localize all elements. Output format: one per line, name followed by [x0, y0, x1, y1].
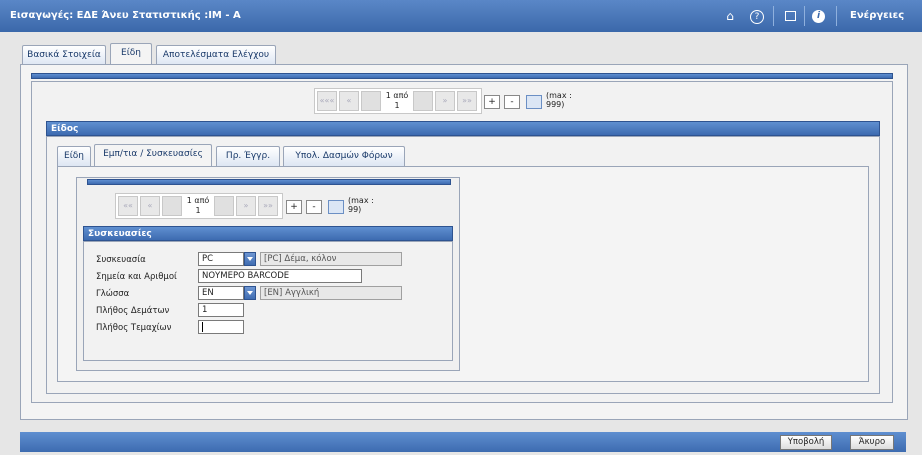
language-description: [EN] Αγγλική [260, 286, 402, 300]
pager-spacer [361, 91, 381, 111]
tab-previous-docs[interactable]: Πρ. Έγγρ. [216, 146, 280, 166]
pager-spacer [214, 196, 234, 216]
item-pager: ««« « 1 από 1 » »» [314, 88, 482, 114]
packaging-pager: «« « 1 από 1 » »» [115, 193, 283, 219]
marks-label: Σημεία και Αριθμοί [96, 272, 177, 282]
last-page-button[interactable]: »» [457, 91, 477, 111]
add-item-button[interactable]: + [484, 95, 500, 109]
prev-page-button[interactable]: « [339, 91, 359, 111]
window-titlebar: Εισαγωγές: ΕΔΕ Άνευ Στατιστικής :IM - A … [0, 0, 922, 32]
remove-item-button[interactable]: - [504, 95, 520, 109]
max-packaging-prefix: (max : [348, 196, 374, 205]
marks-input[interactable]: ΝΟΥΜΕΡΟ BARCODE [198, 269, 362, 283]
submit-button[interactable]: Υποβολή [780, 435, 832, 450]
tab-check-results[interactable]: Αποτελέσματα Ελέγχου [156, 45, 276, 65]
max-packaging-label: (max :99) [348, 196, 374, 214]
bundles-label: Πλήθος Δεμάτων [96, 306, 170, 316]
pieces-label: Πλήθος Τεμαχίων [96, 323, 172, 333]
remove-packaging-button[interactable]: - [306, 200, 322, 214]
footer-bar: Υποβολή Άκυρο [20, 432, 906, 452]
pager-spacer [162, 196, 182, 216]
items-container: ««« « 1 από 1 » »» + - (max :999) Είδος Ε… [31, 81, 893, 403]
package-description: [PC] Δέμα, κόλον [260, 252, 402, 266]
text-cursor [202, 321, 203, 332]
page-indicator: 1 από 1 [184, 194, 212, 218]
home-icon[interactable]: ⌂ [722, 8, 738, 24]
next-page-button[interactable]: » [435, 91, 455, 111]
divider [804, 6, 805, 26]
items-tab-panel: ««« « 1 από 1 » »» + - (max :999) Είδος Ε… [20, 64, 908, 420]
page-of-label: 1 από [385, 91, 409, 100]
max-items-value: 999) [546, 100, 565, 109]
window-title: Εισαγωγές: ΕΔΕ Άνευ Στατιστικής :IM - A [10, 10, 241, 21]
max-items-prefix: (max : [546, 91, 572, 100]
header-bar [31, 73, 893, 79]
max-packaging-value: 99) [348, 205, 362, 214]
package-select[interactable]: PC [198, 252, 244, 266]
help-icon[interactable]: ? [750, 10, 764, 24]
packaging-bar [87, 179, 451, 185]
chevron-down-icon[interactable] [244, 252, 256, 266]
item-section-header: Είδος [46, 121, 880, 136]
tab-items[interactable]: Είδη [110, 43, 152, 65]
package-label: Συσκευασία [96, 255, 146, 265]
max-items-label: (max :999) [546, 91, 572, 109]
prev-page-button[interactable]: « [140, 196, 160, 216]
language-label: Γλώσσα [96, 289, 130, 299]
tab-duty-calculation[interactable]: Υπολ. Δασμών Φόρων [283, 146, 405, 166]
page-of-label: 1 από [186, 196, 210, 205]
packaging-section-header: Συσκευασίες [83, 226, 453, 241]
page-total: 1 [195, 206, 201, 215]
tab-item-general[interactable]: Είδη [57, 146, 91, 166]
pager-spacer [413, 91, 433, 111]
divider [773, 6, 774, 26]
packaging-tab-panel: «« « 1 από 1 » »» + - (max :99) Συσκευασί… [57, 166, 869, 382]
pieces-input[interactable] [198, 320, 244, 334]
next-page-button[interactable]: » [236, 196, 256, 216]
packaging-container: «« « 1 από 1 » »» + - (max :99) Συσκευασί… [76, 177, 460, 371]
last-page-button[interactable]: »» [258, 196, 278, 216]
first-page-button[interactable]: «« [118, 196, 138, 216]
tab-basic-info[interactable]: Βασικά Στοιχεία [22, 45, 106, 65]
divider [836, 6, 837, 26]
tab-packaging[interactable]: Εμπ/τια / Συσκευασίες [94, 144, 212, 166]
page-total: 1 [394, 101, 400, 110]
bundles-input[interactable]: 1 [198, 303, 244, 317]
language-select[interactable]: EN [198, 286, 244, 300]
page-indicator: 1 από 1 [383, 89, 411, 113]
cancel-button[interactable]: Άκυρο [850, 435, 894, 450]
actions-menu[interactable]: Ενέργειες [850, 10, 904, 21]
item-section-body: Είδη Εμπ/τια / Συσκευασίες Πρ. Έγγρ. Υπο… [46, 136, 880, 394]
item-selector-box[interactable] [526, 95, 542, 109]
packaging-form: Συσκευασία PC [PC] Δέμα, κόλον Σημεία κα… [83, 241, 453, 361]
first-page-button[interactable]: ««« [317, 91, 337, 111]
add-packaging-button[interactable]: + [286, 200, 302, 214]
info-icon[interactable]: i [812, 10, 825, 23]
packaging-selector-box[interactable] [328, 200, 344, 214]
chevron-down-icon[interactable] [244, 286, 256, 300]
window-icon[interactable] [782, 8, 798, 24]
